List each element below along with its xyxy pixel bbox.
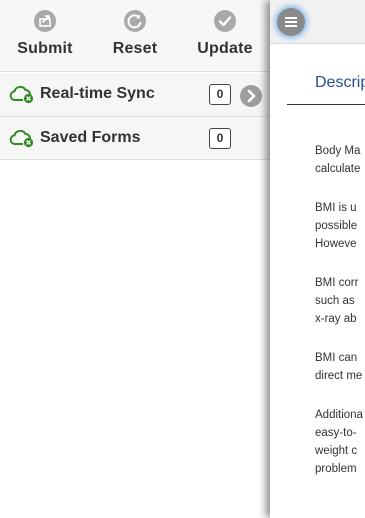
description-paragraph: Body Ma calculate — [315, 145, 361, 175]
submit-button[interactable]: Submit — [0, 0, 90, 72]
cloud-sync-icon — [8, 84, 36, 104]
right-panel: Descrip Body Ma calculate BMI is u possi… — [270, 0, 365, 518]
checkmark-icon — [214, 10, 236, 32]
tab-underline — [287, 104, 365, 105]
submit-label: Submit — [17, 40, 73, 57]
refresh-icon — [124, 10, 146, 32]
chevron-right-icon[interactable] — [240, 85, 262, 107]
description-paragraph: BMI corr such as x-ray ab — [315, 277, 359, 325]
menu-icon[interactable] — [277, 8, 305, 36]
reset-button[interactable]: Reset — [90, 0, 180, 72]
description-text: Body Ma calculate BMI is u possible Howe… — [315, 142, 365, 499]
description-paragraph: BMI can direct me — [315, 352, 363, 382]
count-badge: 0 — [209, 84, 231, 105]
tab-description[interactable]: Descrip — [315, 74, 365, 92]
toolbar: Submit Reset Update — [0, 0, 270, 72]
list-item-saved-forms[interactable]: Saved Forms 0 — [0, 117, 270, 160]
update-button[interactable]: Update — [180, 0, 270, 72]
update-label: Update — [197, 40, 253, 57]
description-paragraph: BMI is u possible Howeve — [315, 202, 358, 250]
app-root: Submit Reset Update Real-time Sync 0 Sav… — [0, 0, 365, 518]
reset-label: Reset — [112, 40, 158, 57]
list-item-realtime-sync[interactable]: Real-time Sync 0 — [0, 73, 270, 117]
description-paragraph: Additiona easy-to- weight c problem — [315, 409, 363, 475]
panel-header — [270, 0, 365, 44]
list-item-label: Real-time Sync — [40, 85, 155, 102]
list-item-label: Saved Forms — [40, 129, 141, 146]
cloud-sync-icon — [8, 128, 36, 148]
count-badge: 0 — [209, 128, 231, 149]
share-icon — [34, 10, 56, 32]
left-panel: Submit Reset Update Real-time Sync 0 Sav… — [0, 0, 270, 518]
